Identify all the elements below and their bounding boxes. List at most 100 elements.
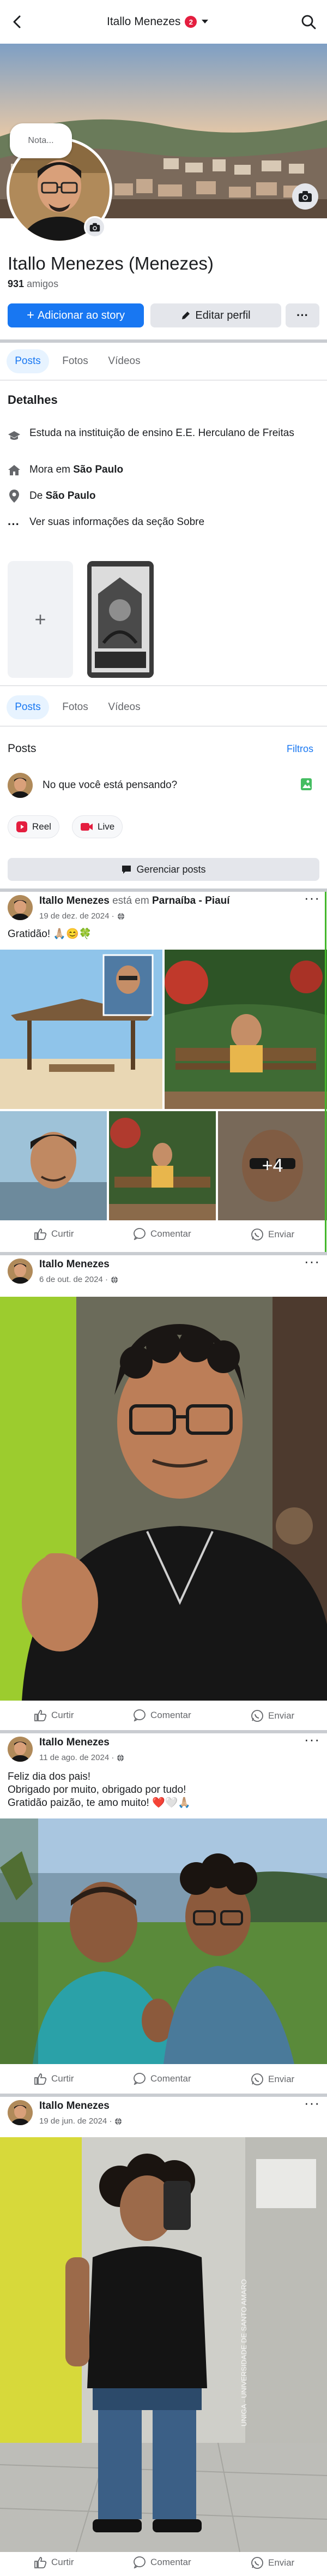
profile-switcher[interactable]: Itallo Menezes 2 <box>107 13 209 31</box>
photo-gallery-icon[interactable] <box>300 777 313 791</box>
whatsapp-icon <box>251 1229 263 1241</box>
post-menu-button[interactable]: ··· <box>304 1253 320 1270</box>
see-about-link[interactable]: Ver suas informações da seção Sobre <box>29 516 204 528</box>
avatar[interactable] <box>8 895 33 920</box>
post-author[interactable]: Itallo Menezes <box>39 1259 110 1271</box>
divider <box>0 889 327 892</box>
post-photo[interactable] <box>0 1111 107 1220</box>
photo-watermark: UNIGA · UNIVERSIDADE DE SANTO AMARO <box>240 2279 248 2426</box>
reel-button[interactable]: Reel <box>8 815 59 838</box>
cover-camera-button[interactable] <box>292 183 318 210</box>
post-menu-button[interactable]: ··· <box>304 1731 320 1748</box>
filters-link[interactable]: Filtros <box>287 743 313 755</box>
manage-posts-button[interactable]: Gerenciar posts <box>8 858 319 881</box>
profile-camera-button[interactable] <box>84 216 106 238</box>
header-title: Itallo Menezes <box>107 15 181 28</box>
post-menu-button[interactable]: ··· <box>304 890 320 907</box>
like-label: Curtir <box>51 2073 74 2084</box>
edit-profile-button[interactable]: Editar perfil <box>150 303 281 327</box>
note-placeholder: Nota... <box>28 136 54 145</box>
comment-button[interactable]: Comentar <box>133 2556 191 2568</box>
lives-city[interactable]: São Paulo <box>73 464 123 475</box>
post-photo[interactable] <box>0 950 162 1109</box>
from-city[interactable]: São Paulo <box>46 490 96 502</box>
post-photo[interactable]: UNIGA · UNIVERSIDADE DE SANTO AMARO <box>0 2137 327 2552</box>
globe-icon <box>115 2118 122 2125</box>
whatsapp-icon <box>251 1710 263 1722</box>
more-options-button[interactable]: ··· <box>286 303 319 327</box>
divider <box>0 1252 327 1255</box>
plus-icon: + <box>34 608 46 630</box>
reel-label: Reel <box>32 821 51 832</box>
post-author[interactable]: Itallo Menezes <box>39 895 110 907</box>
avatar[interactable] <box>8 1259 33 1284</box>
post-date: 11 de ago. de 2024 · <box>39 1753 114 1762</box>
more-photos-count: +4 <box>262 1155 283 1176</box>
search-icon[interactable] <box>299 12 318 32</box>
manage-posts-label: Gerenciar posts <box>136 863 206 875</box>
post-menu-button[interactable]: ··· <box>304 2095 320 2112</box>
divider <box>0 1730 327 1733</box>
tab-videos[interactable]: Vídeos <box>101 349 147 373</box>
post-text-line: Feliz dia dos pais! <box>8 1771 91 1782</box>
post-text-line: Gratidão paizão, te amo muito! ❤️🤍🙏🏼 <box>8 1797 191 1809</box>
post-photo[interactable] <box>0 1818 327 2064</box>
ellipsis-icon: ··· <box>8 517 20 531</box>
add-story-card[interactable]: + <box>8 561 73 678</box>
like-button[interactable]: Curtir <box>34 2073 74 2085</box>
thumbs-up-icon <box>34 1710 47 1721</box>
top-bar: Itallo Menezes 2 <box>0 0 327 44</box>
timeline-indicator <box>325 892 326 1252</box>
from-prefix: De <box>29 490 43 502</box>
comment-button[interactable]: Comentar <box>133 1709 191 1721</box>
tab-photos[interactable]: Fotos <box>55 695 96 719</box>
lives-in: Mora em São Paulo <box>29 464 123 476</box>
whatsapp-icon <box>251 2073 263 2085</box>
tab-photos[interactable]: Fotos <box>55 349 96 373</box>
send-button[interactable]: Enviar <box>251 2556 294 2569</box>
post-author[interactable]: Itallo Menezes <box>39 2100 110 2112</box>
send-button[interactable]: Enviar <box>251 2073 294 2086</box>
comment-button[interactable]: Comentar <box>133 1228 191 1240</box>
thumbs-up-icon <box>34 2557 47 2568</box>
friends-count[interactable]: 931 amigos <box>8 278 58 290</box>
more-dots-icon: ··· <box>296 308 308 322</box>
post-date-line: 19 de jun. de 2024 · <box>39 2116 122 2126</box>
add-story-label: Adicionar ao story <box>37 309 125 321</box>
back-arrow-icon[interactable] <box>8 12 27 32</box>
comment-label: Comentar <box>150 2073 191 2084</box>
post-photo[interactable] <box>0 1297 327 1701</box>
comment-label: Comentar <box>150 1710 191 1720</box>
post-photo[interactable]: +4 <box>218 1111 327 1220</box>
like-button[interactable]: Curtir <box>34 2556 74 2568</box>
send-button[interactable]: Enviar <box>251 1709 294 1722</box>
post-author[interactable]: Itallo Menezes <box>39 1737 110 1749</box>
chat-bubble-icon <box>122 866 131 874</box>
story-card[interactable] <box>87 561 154 678</box>
like-button[interactable]: Curtir <box>34 1709 74 1721</box>
tab-posts[interactable]: Posts <box>7 695 49 719</box>
tab-videos[interactable]: Vídeos <box>101 695 147 719</box>
post-photo[interactable] <box>165 950 327 1109</box>
like-button[interactable]: Curtir <box>34 1228 74 1240</box>
post-place[interactable]: Parnaíba - Piauí <box>152 895 230 907</box>
send-button[interactable]: Enviar <box>251 1228 294 1241</box>
camera-icon <box>299 191 312 202</box>
send-label: Enviar <box>268 1710 295 1721</box>
lives-prefix: Mora em <box>29 464 70 475</box>
avatar[interactable] <box>8 2100 33 2125</box>
live-button[interactable]: Live <box>72 815 123 838</box>
divider <box>0 685 327 686</box>
composer-input[interactable]: No que você está pensando? <box>43 779 177 791</box>
home-icon <box>8 464 21 476</box>
post-photo[interactable] <box>109 1111 216 1220</box>
comment-button[interactable]: Comentar <box>133 2073 191 2085</box>
note-bubble[interactable]: Nota... <box>10 123 72 158</box>
post-text: Gratidão! 🙏🏼😊🍀 <box>8 928 92 940</box>
study-text: Estuda na instituição de ensino E.E. Her… <box>29 427 294 439</box>
tab-posts[interactable]: Posts <box>7 349 49 373</box>
send-label: Enviar <box>268 1229 295 1239</box>
whatsapp-icon <box>251 2557 263 2569</box>
avatar[interactable] <box>8 1737 33 1762</box>
add-story-button[interactable]: + Adicionar ao story <box>8 303 144 327</box>
